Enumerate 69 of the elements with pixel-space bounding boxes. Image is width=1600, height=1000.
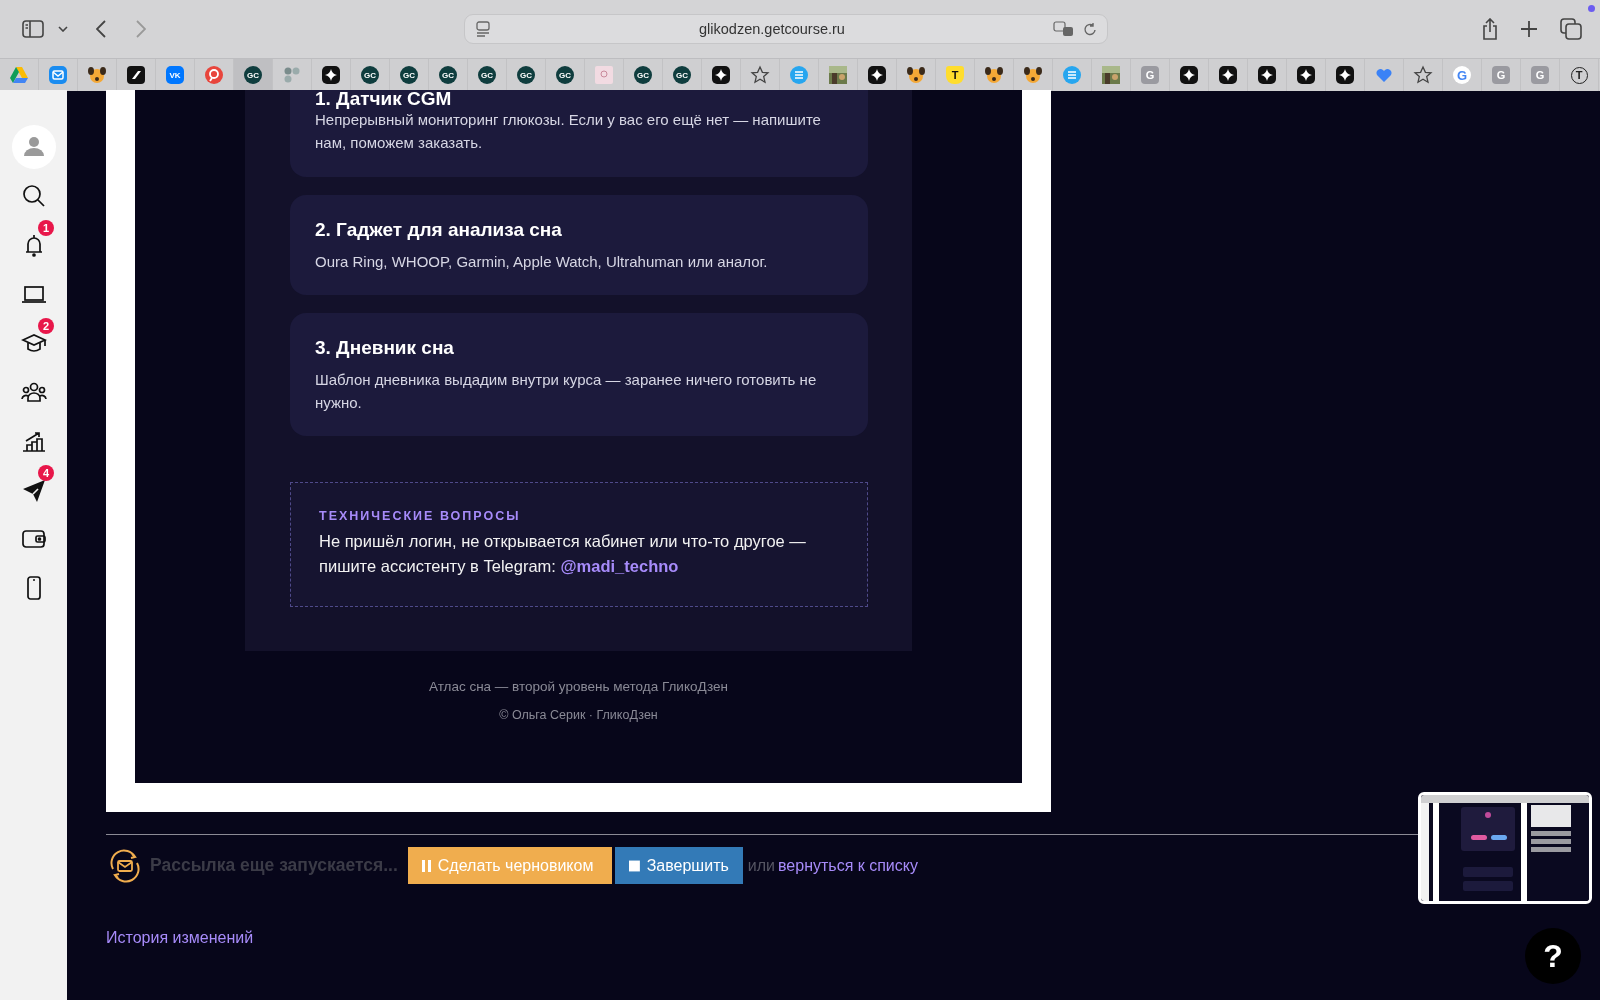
reload-icon[interactable] — [1083, 21, 1097, 37]
bookmark-button[interactable]: GC — [673, 66, 691, 84]
photo-icon[interactable] — [1101, 65, 1121, 85]
dots-icon[interactable] — [282, 65, 302, 85]
tabs-overview-icon[interactable] — [1560, 18, 1582, 40]
sidebar-toggle-icon[interactable] — [22, 20, 44, 38]
back-link[interactable]: вернуться к списку — [778, 856, 918, 875]
address-bar[interactable]: glikodzen.getcourse.ru — [464, 14, 1108, 44]
telegram-link[interactable]: @madi_techno — [560, 557, 679, 575]
support-text: Не пришёл логин, не открывается кабинет или что-то другое — пишите ассистенту в Telegram: @madi_techno — [319, 531, 807, 577]
sparkle-icon[interactable] — [1179, 65, 1199, 85]
bookmark-button[interactable]: GC — [517, 66, 535, 84]
stop-icon — [628, 859, 640, 872]
back-icon[interactable] — [96, 20, 106, 38]
bookmark-button[interactable]: GC — [634, 66, 652, 84]
sparkle-icon[interactable] — [711, 65, 731, 85]
bookmark-button[interactable]: GC — [244, 66, 262, 84]
or-text: или — [747, 856, 776, 875]
sparkle-icon[interactable] — [321, 65, 341, 85]
dog-icon[interactable] — [906, 65, 926, 85]
dog-icon[interactable] — [984, 65, 1004, 85]
bookmark-button[interactable]: GC — [361, 66, 379, 84]
photo-icon[interactable] — [828, 65, 848, 85]
card-text: Непрерывный мониторинг глюкозы. Если у вас его ещё нет — напишите нам, поможем заказать. — [315, 110, 822, 153]
card-title: 3. Дневник сна — [315, 337, 455, 359]
bookmark-button[interactable]: GC — [400, 66, 418, 84]
count-badge: 4 — [38, 465, 54, 481]
card-title: 1. Датчик CGM — [315, 90, 453, 108]
bookmark-button[interactable]: VK — [166, 66, 184, 84]
dog-icon[interactable] — [1023, 65, 1043, 85]
new-tab-icon[interactable] — [1520, 20, 1538, 38]
share-icon[interactable] — [1482, 18, 1498, 40]
star-icon[interactable] — [1413, 65, 1433, 85]
bookmark-button[interactable]: T — [946, 66, 964, 84]
bookmark-button[interactable]: GC — [439, 66, 457, 84]
bookmark-button[interactable]: G — [1453, 66, 1471, 84]
footer-text: Атлас сна — второй уровень метода ГликоДзен — [427, 679, 730, 695]
page-icon — [475, 21, 491, 37]
slash-logo-icon[interactable] — [126, 65, 146, 85]
tile-icon[interactable] — [594, 65, 614, 85]
sparkle-icon[interactable] — [1257, 65, 1277, 85]
dog-icon[interactable] — [87, 65, 107, 85]
mail-sync-icon — [108, 848, 142, 883]
bookmark-button[interactable]: GC — [478, 66, 496, 84]
avatar-icon[interactable] — [11, 124, 56, 169]
card-text: Oura Ring, WHOOP, Garmin, Apple Watch, Ultrahuman или аналог. — [315, 252, 769, 272]
count-badge: 1 — [38, 220, 54, 236]
help-button[interactable]: ? — [1525, 928, 1581, 984]
notification-dot — [1588, 5, 1595, 12]
sparkle-icon[interactable] — [1218, 65, 1238, 85]
chat-bubble-icon[interactable] — [204, 65, 224, 85]
bookmark-button[interactable]: GC — [556, 66, 574, 84]
card-title: 2. Гаджет для анализа сна — [315, 219, 563, 241]
sparkle-icon[interactable] — [867, 65, 887, 85]
sparkle-icon[interactable] — [1335, 65, 1355, 85]
section-label: ТЕХНИЧЕСКИЕ ВОПРОСЫ — [319, 509, 522, 523]
url-text: glikodzen.getcourse.ru — [698, 21, 846, 37]
sparkle-icon[interactable] — [1296, 65, 1316, 85]
translate-icon[interactable] — [1053, 21, 1075, 37]
history-link[interactable]: История изменений — [106, 929, 254, 947]
envelope-icon[interactable] — [48, 65, 68, 85]
star-icon[interactable] — [750, 65, 770, 85]
count-badge: 2 — [38, 318, 54, 334]
copyright-text: © Ольга Серик · ГликоДзен — [498, 707, 659, 723]
search-icon[interactable] — [20, 182, 47, 209]
finish-button[interactable]: Завершить — [614, 847, 743, 884]
chevron-down-icon[interactable] — [58, 26, 68, 32]
pause-icon — [421, 859, 431, 872]
card-text: Шаблон дневника выдадим внутри курса — заранее ничего готовить не нужно. — [315, 370, 818, 413]
